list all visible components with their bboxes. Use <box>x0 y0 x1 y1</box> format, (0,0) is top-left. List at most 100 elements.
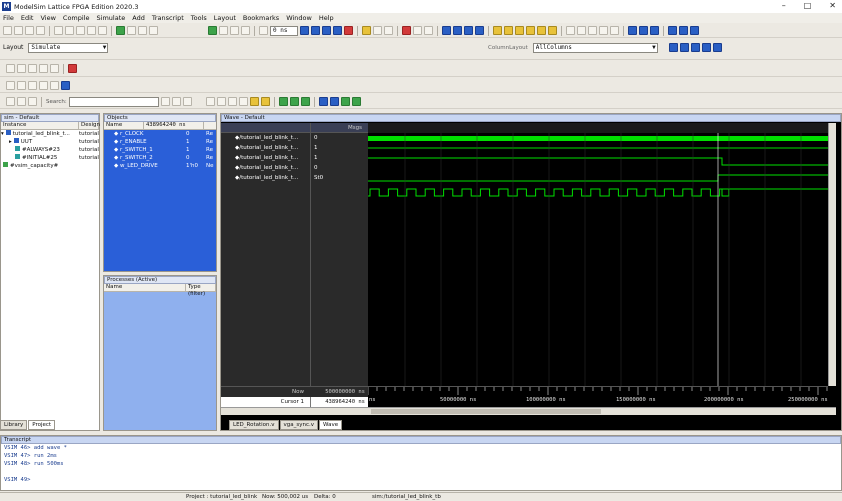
assertion-icon[interactable] <box>28 81 37 90</box>
zoom-out-icon[interactable] <box>217 97 226 106</box>
wave-vertical-scrollbar[interactable] <box>828 123 836 386</box>
find-replace-icon[interactable] <box>138 26 147 35</box>
cursor-down-icon[interactable] <box>639 26 648 35</box>
column-layout-select[interactable]: AllColumns ▼ <box>532 42 658 53</box>
memory-icon[interactable] <box>149 26 158 35</box>
maximize-button[interactable]: □ <box>804 1 812 10</box>
print-icon[interactable] <box>36 26 45 35</box>
run-length-icon[interactable] <box>259 26 268 35</box>
paste-icon[interactable] <box>76 26 85 35</box>
trace-x-icon[interactable] <box>39 64 48 73</box>
analyze-icon[interactable] <box>61 81 70 90</box>
search-clear-icon[interactable] <box>182 97 192 106</box>
menu-compile[interactable]: Compile <box>63 14 90 22</box>
add-schematic-icon[interactable] <box>713 43 722 52</box>
object-row[interactable]: ◆ r_SWITCH_2 0 Re <box>104 154 216 162</box>
help-icon[interactable] <box>116 26 125 35</box>
run-icon[interactable] <box>300 26 309 35</box>
back-arrow-icon[interactable] <box>230 26 239 35</box>
signal-tools-icon[interactable] <box>566 26 575 35</box>
menu-edit[interactable]: Edit <box>21 14 34 22</box>
instance-row[interactable]: #ALWAYS#23 tutorial <box>1 146 99 154</box>
add-wave-icon[interactable] <box>669 43 678 52</box>
step-back-icon[interactable] <box>6 97 15 106</box>
wave-signal-name[interactable]: ◆ /tutorial_led_blink_t... <box>221 153 310 163</box>
menu-tools[interactable]: Tools <box>191 14 207 22</box>
collapse-icon[interactable] <box>679 26 688 35</box>
menu-file[interactable]: File <box>3 14 14 22</box>
wave-signal-name[interactable]: ◆ /tutorial_led_blink_t... <box>221 163 310 173</box>
redo-icon[interactable] <box>98 26 107 35</box>
save-icon[interactable] <box>25 26 34 35</box>
break-icon[interactable] <box>333 26 342 35</box>
scroll-thumb[interactable] <box>371 409 601 414</box>
zoom-out-wave-icon[interactable] <box>464 26 473 35</box>
marker-icon[interactable] <box>599 26 608 35</box>
restart-icon[interactable] <box>208 26 217 35</box>
trace-all-icon[interactable] <box>50 64 59 73</box>
zoom-in-wave-icon[interactable] <box>453 26 462 35</box>
edge-rising-icon[interactable] <box>319 97 328 106</box>
tab-project[interactable]: Project <box>28 420 56 430</box>
forward-arrow-icon[interactable] <box>241 26 250 35</box>
cursor-up-icon[interactable] <box>628 26 637 35</box>
zoom-last-icon[interactable] <box>250 97 259 106</box>
step-icon[interactable] <box>362 26 371 35</box>
open-file-icon[interactable] <box>14 26 23 35</box>
menu-simulate[interactable]: Simulate <box>97 14 126 22</box>
instance-row[interactable]: ▾ tutorial_led_blink_t... tutorial <box>1 130 99 138</box>
trace-input-icon[interactable] <box>17 64 26 73</box>
wave-signal-name[interactable]: ◆ /tutorial_led_blink_t... <box>221 143 310 153</box>
wave-compare-icon[interactable] <box>577 26 586 35</box>
zoom-in-icon[interactable] <box>206 97 215 106</box>
prev-edge-icon[interactable] <box>515 26 524 35</box>
cut-icon[interactable] <box>54 26 63 35</box>
object-row[interactable]: ◆ r_CLOCK 0 Re <box>104 130 216 138</box>
all-icon[interactable] <box>50 81 59 90</box>
cursor-label[interactable]: Cursor 1 <box>221 397 310 407</box>
zoom-full-icon[interactable] <box>228 97 237 106</box>
expand-icon[interactable] <box>668 26 677 35</box>
find-icon[interactable] <box>127 26 136 35</box>
profile-icon[interactable] <box>6 81 15 90</box>
run-continue-icon[interactable] <box>311 26 320 35</box>
step-out-icon[interactable] <box>384 26 393 35</box>
transcript-prompt[interactable]: VSIM 49> <box>4 476 841 484</box>
group-icon[interactable] <box>690 26 699 35</box>
menu-view[interactable]: View <box>40 14 55 22</box>
zoom-range-icon[interactable] <box>261 97 270 106</box>
menu-window[interactable]: Window <box>286 14 312 22</box>
tab-led-rotation[interactable]: LED_Rotation.v <box>229 420 279 430</box>
trace-stop-icon[interactable] <box>68 64 77 73</box>
close-button[interactable]: ✕ <box>829 1 836 10</box>
list-icon[interactable] <box>610 26 619 35</box>
search-icon[interactable] <box>160 97 170 106</box>
zoom-full-wave-icon[interactable] <box>475 26 484 35</box>
object-row[interactable]: ◆ r_ENABLE 1 Re <box>104 138 216 146</box>
tab-wave[interactable]: Wave <box>319 420 343 430</box>
schematic-icon[interactable] <box>424 26 433 35</box>
search-options-icon[interactable] <box>171 97 181 106</box>
coverage-icon[interactable] <box>17 81 26 90</box>
run-all-icon[interactable] <box>322 26 331 35</box>
run-length-field[interactable]: 0 ns <box>270 25 298 36</box>
add-log-icon[interactable] <box>691 43 700 52</box>
tab-library[interactable]: Library <box>0 420 28 430</box>
copy-icon[interactable] <box>65 26 74 35</box>
trace-output-icon[interactable] <box>28 64 37 73</box>
step-up-icon[interactable] <box>219 26 228 35</box>
step-forward-icon[interactable] <box>17 97 26 106</box>
search-input[interactable] <box>68 96 159 107</box>
cursor-lock-icon[interactable] <box>650 26 659 35</box>
minimize-button[interactable]: – <box>782 1 786 10</box>
next-transition-icon[interactable] <box>548 26 557 35</box>
zoom-cursor-icon[interactable] <box>239 97 248 106</box>
cursor-delete-icon[interactable] <box>504 26 513 35</box>
cursor-add-icon[interactable] <box>493 26 502 35</box>
wave-horizontal-scrollbar[interactable] <box>221 407 836 415</box>
step-over-icon[interactable] <box>373 26 382 35</box>
object-row[interactable]: ◆ r_SWITCH_1 1 Re <box>104 146 216 154</box>
menu-transcript[interactable]: Transcript <box>152 14 184 22</box>
menu-help[interactable]: Help <box>319 14 334 22</box>
wave-signal-name[interactable]: ◆ /tutorial_led_blink_t... <box>221 173 310 183</box>
